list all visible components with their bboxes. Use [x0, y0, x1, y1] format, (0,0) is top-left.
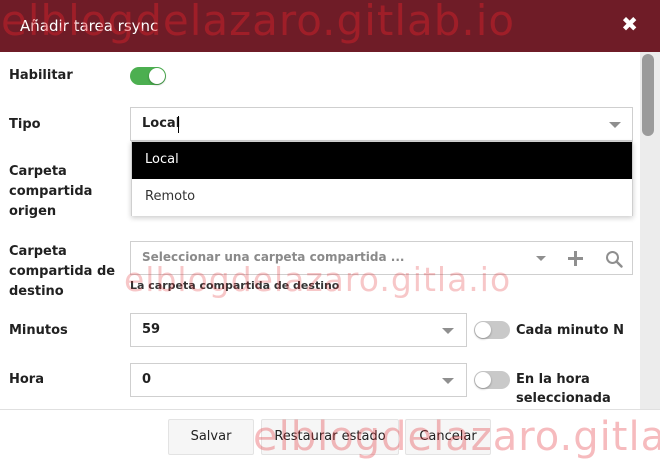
type-option-label: Remoto: [145, 189, 196, 204]
type-dropdown-list: Local Remoto: [131, 141, 633, 216]
cancel-button[interactable]: Cancelar: [405, 419, 491, 455]
every-n-minutes-toggle[interactable]: [474, 321, 510, 339]
destination-label-line-1: Carpeta: [9, 244, 67, 259]
dialog-titlebar: Añadir tarea rsync ✖: [0, 0, 660, 52]
selected-hour-toggle[interactable]: [474, 371, 510, 389]
minutes-label: Minutos: [9, 323, 68, 338]
close-icon[interactable]: ✖: [621, 14, 638, 34]
enable-toggle[interactable]: [130, 67, 166, 85]
type-select[interactable]: Local: [130, 107, 633, 141]
dialog-footer: Salvar Restaurar estado Cancelar: [0, 409, 660, 464]
type-option-label: Local: [145, 152, 179, 167]
destination-hint: La carpeta compartida de destino: [130, 279, 340, 292]
search-icon[interactable]: [605, 250, 623, 268]
reset-button[interactable]: Restaurar estado: [261, 419, 399, 455]
scrollbar-thumb[interactable]: [642, 54, 654, 136]
chevron-down-icon[interactable]: [536, 256, 546, 261]
hour-select[interactable]: 0: [130, 363, 467, 397]
chevron-down-icon[interactable]: [442, 328, 454, 334]
enable-label: Habilitar: [9, 68, 73, 83]
source-label-line-3: origen: [9, 204, 57, 219]
dialog-scrollbar[interactable]: [640, 52, 660, 409]
every-n-minutes-label: Cada minuto N: [516, 323, 624, 338]
destination-folder-select[interactable]: Seleccionar una carpeta compartida ...: [130, 241, 633, 275]
chevron-down-icon[interactable]: [609, 122, 621, 128]
hour-value: 0: [142, 372, 152, 387]
minutes-value: 59: [142, 322, 161, 337]
destination-label-line-3: destino: [9, 284, 64, 299]
type-option-remote[interactable]: Remoto: [132, 179, 632, 216]
chevron-down-icon[interactable]: [442, 378, 454, 384]
type-option-local[interactable]: Local: [132, 142, 632, 179]
text-cursor: [178, 116, 179, 133]
dialog-title: Añadir tarea rsync: [20, 17, 159, 35]
plus-icon[interactable]: [568, 251, 583, 266]
toggle-knob: [149, 68, 165, 84]
minutes-select[interactable]: 59: [130, 313, 467, 347]
source-label-line-1: Carpeta: [9, 164, 67, 179]
destination-placeholder: Seleccionar una carpeta compartida ...: [142, 250, 405, 264]
selected-hour-label-line-1: En la hora: [516, 372, 590, 387]
destination-label-line-2: compartida de: [9, 264, 116, 279]
toggle-knob: [475, 322, 491, 338]
hour-label: Hora: [9, 372, 44, 387]
source-label-line-2: compartida: [9, 184, 93, 199]
toggle-knob: [475, 372, 491, 388]
selected-hour-label-line-2: seleccionada: [516, 391, 611, 406]
type-select-value: Local: [142, 116, 181, 131]
type-label: Tipo: [9, 117, 41, 132]
dialog-content: Habilitar Tipo Local Carpeta compartida …: [0, 52, 640, 409]
save-button[interactable]: Salvar: [168, 419, 254, 455]
